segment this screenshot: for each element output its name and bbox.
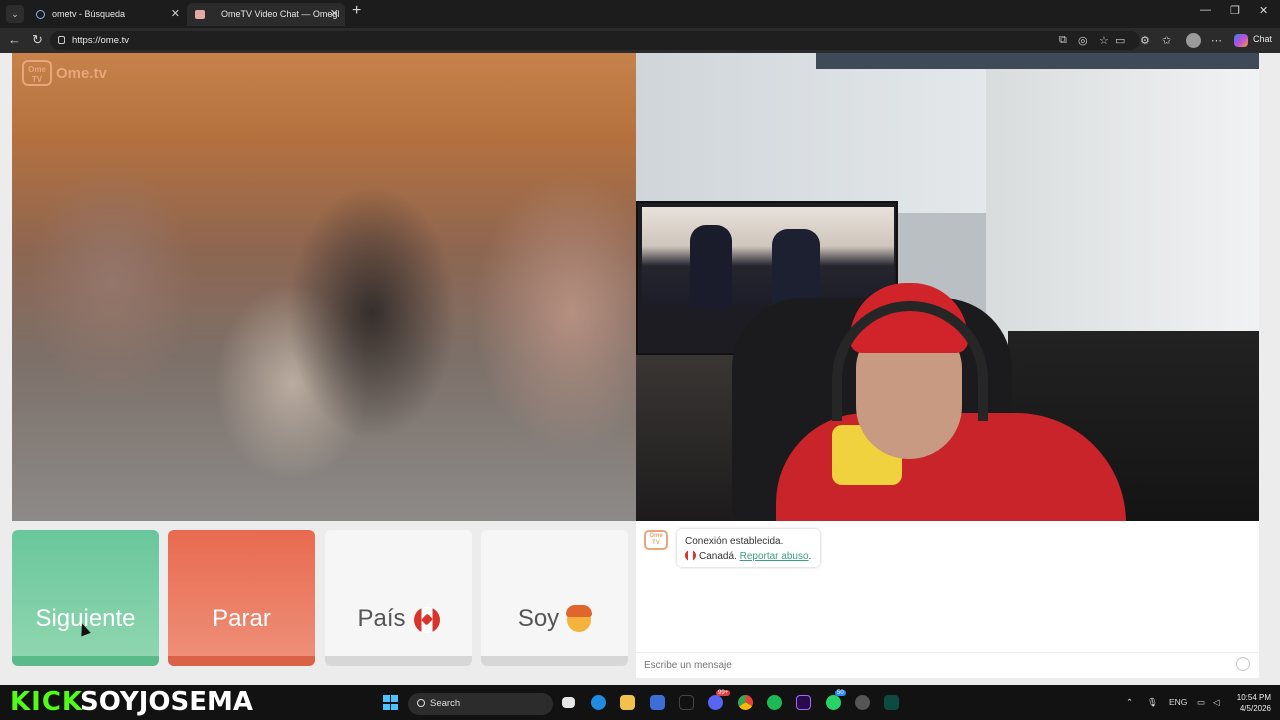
url-field[interactable]: https://ome.tv — [50, 31, 1140, 50]
new-tab-button[interactable]: + — [352, 2, 361, 20]
discord-badge: 99+ — [716, 690, 731, 696]
close-tab-icon[interactable]: ✕ — [171, 3, 180, 26]
video-tv-screen — [642, 207, 894, 309]
obs-icon[interactable] — [855, 695, 870, 710]
chat-panel: Ome TV Conexión establecida. Canadá. Rep… — [636, 521, 1259, 678]
clock[interactable]: 10:54 PM 4/5/2026 — [1226, 692, 1271, 714]
edge-icon[interactable] — [591, 695, 606, 710]
canada-flag-icon — [413, 606, 440, 633]
clock-time: 10:54 PM — [1236, 693, 1271, 702]
stranger-country: Canadá. — [699, 551, 737, 562]
system-message: Conexión establecida. Canadá. Reportar a… — [677, 529, 820, 567]
lock-icon[interactable] — [58, 36, 65, 44]
search-icon — [36, 10, 45, 19]
terminal-icon[interactable] — [884, 695, 899, 710]
tray-overflow-icon[interactable]: ⌃ — [1126, 697, 1133, 708]
profile-avatar[interactable] — [1186, 33, 1201, 48]
stranger-video: Ome TV Ome.tv — [12, 53, 636, 521]
stop-label: Parar — [212, 605, 271, 632]
file-explorer-icon[interactable] — [620, 695, 635, 710]
store-icon[interactable] — [650, 695, 665, 710]
whatsapp-icon[interactable] — [826, 695, 841, 710]
country-button[interactable]: País — [325, 530, 472, 666]
report-abuse-link[interactable]: Reportar abuso — [740, 551, 809, 562]
network-icon[interactable]: ▭ — [1197, 697, 1205, 708]
task-view-icon[interactable] — [562, 697, 575, 708]
next-button[interactable]: Siguiente — [12, 530, 159, 666]
stranger-country-line: Canadá. Reportar abuso. — [685, 549, 820, 564]
windows-start-icon[interactable] — [383, 695, 398, 710]
boy-emoji-icon — [566, 604, 593, 632]
reload-icon[interactable]: ↻ — [32, 32, 43, 48]
copilot-icon[interactable] — [1234, 34, 1248, 47]
premiere-icon[interactable] — [796, 695, 811, 710]
open-in-app-icon[interactable]: ⧉ — [1059, 34, 1067, 47]
video-figure — [690, 225, 732, 309]
browser-tab-strip: ⌄ ometv - Búsqueda ✕ OmeTV Video Chat — … — [0, 0, 1280, 28]
tab-title: ometv - Búsqueda — [52, 9, 126, 19]
streamer-name: SOYJOSEMA — [80, 687, 253, 717]
volume-icon[interactable]: ◁ — [1213, 697, 1220, 708]
restore-icon[interactable]: ❐ — [1230, 4, 1240, 17]
close-window-icon[interactable]: ✕ — [1259, 4, 1268, 17]
tab-ometv[interactable]: OmeTV Video Chat — Omegl ✕ — [187, 3, 345, 26]
close-tab-icon[interactable]: ✕ — [330, 3, 339, 26]
spotify-icon[interactable] — [767, 695, 782, 710]
kick-logo: KICK — [10, 687, 84, 717]
search-icon — [417, 699, 425, 707]
clock-date: 4/5/2026 — [1239, 704, 1271, 713]
chrome-icon[interactable] — [738, 695, 753, 710]
emoji-picker-icon[interactable] — [1236, 657, 1250, 671]
stop-button[interactable]: Parar — [168, 530, 315, 666]
tab-search[interactable]: ometv - Búsqueda ✕ — [28, 3, 186, 26]
extensions-icon[interactable]: ⚙ — [1140, 34, 1150, 47]
tab-actions-menu-button[interactable]: ⌄ — [6, 5, 24, 23]
reader-icon[interactable]: ◎ — [1078, 34, 1088, 47]
video-icon[interactable]: ▭ — [1115, 34, 1125, 47]
ometv-chat-logo: Ome TV — [644, 530, 668, 550]
self-camera-video — [636, 53, 1259, 521]
ometv-logo-badge: Ome TV — [22, 60, 52, 86]
chat-button[interactable]: Chat — [1253, 34, 1272, 44]
gender-button[interactable]: Soy — [481, 530, 628, 666]
minimize-icon[interactable]: — — [1200, 4, 1211, 16]
tab-title: OmeTV Video Chat — Omegl — [221, 9, 340, 19]
whatsapp-badge: 50 — [835, 690, 846, 696]
more-menu-icon[interactable]: ⋯ — [1211, 34, 1222, 47]
favorites-icon[interactable]: ✩ — [1162, 34, 1171, 47]
message-input[interactable] — [636, 652, 1259, 678]
gender-label: Soy — [517, 605, 560, 632]
taskbar: KICK SOYJOSEMA Search 99+ 50 ⌃ 🎙 ENG ▭ ◁… — [0, 685, 1280, 720]
discord-icon[interactable] — [708, 695, 723, 710]
video-figure — [772, 229, 820, 309]
ometv-logo-text: Ome.tv — [56, 65, 107, 82]
language-indicator[interactable]: ENG — [1169, 697, 1187, 707]
recording-icon — [195, 10, 205, 19]
tiktok-icon[interactable] — [679, 695, 694, 710]
country-label: País — [357, 605, 406, 632]
address-bar-row: ← ↻ https://ome.tv ⧉ ◎ ☆ ▭ ⚙ ✩ ⋯ Chat — [0, 28, 1280, 53]
ometv-page: Ome TV Ome.tv Siguiente Parar País Soy O… — [0, 53, 1280, 685]
video-background — [816, 53, 1259, 69]
favorite-star-icon[interactable]: ☆ — [1099, 34, 1109, 47]
report-suffix: . — [808, 551, 812, 562]
video-background — [636, 53, 986, 213]
taskbar-search[interactable]: Search — [408, 693, 553, 715]
microphone-icon[interactable]: 🎙 — [1147, 697, 1158, 708]
connection-status: Conexión establecida. — [685, 536, 784, 547]
back-icon[interactable]: ← — [8, 32, 21, 47]
canada-flag-icon — [685, 550, 696, 561]
